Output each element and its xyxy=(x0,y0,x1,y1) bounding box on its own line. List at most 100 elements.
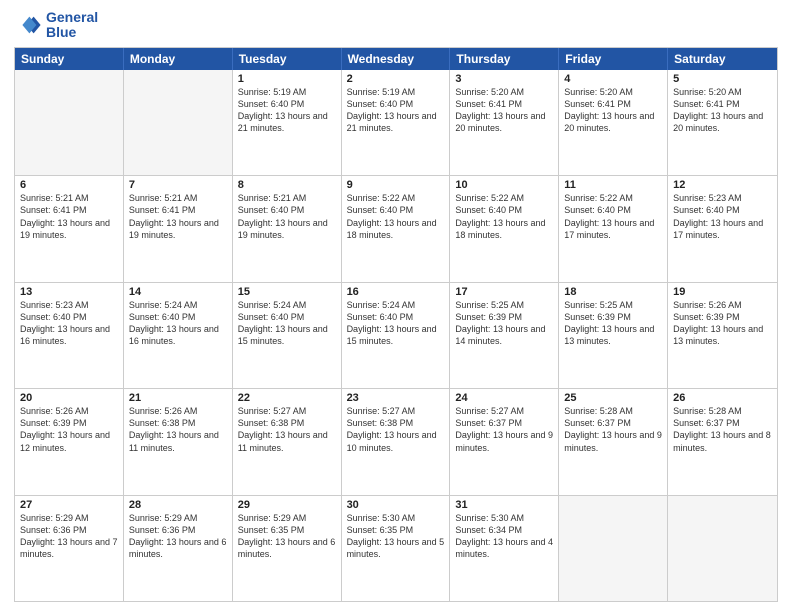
calendar-cell: 2Sunrise: 5:19 AMSunset: 6:40 PMDaylight… xyxy=(342,70,451,175)
day-number: 16 xyxy=(347,286,445,298)
cell-info-line: Sunrise: 5:22 AM xyxy=(564,192,662,204)
cell-info-line: Sunset: 6:38 PM xyxy=(129,417,227,429)
cell-info-line: Daylight: 13 hours and 20 minutes. xyxy=(455,110,553,134)
cell-info-line: Sunset: 6:40 PM xyxy=(129,311,227,323)
calendar-row: 13Sunrise: 5:23 AMSunset: 6:40 PMDayligh… xyxy=(15,282,777,388)
cell-info-line: Daylight: 13 hours and 15 minutes. xyxy=(347,323,445,347)
cell-info-line: Sunrise: 5:26 AM xyxy=(673,299,772,311)
cell-info-line: Sunset: 6:37 PM xyxy=(673,417,772,429)
header-thursday: Thursday xyxy=(450,48,559,70)
header-friday: Friday xyxy=(559,48,668,70)
day-number: 6 xyxy=(20,179,118,191)
cell-info-line: Sunrise: 5:20 AM xyxy=(673,86,772,98)
cell-info-line: Sunrise: 5:28 AM xyxy=(564,405,662,417)
calendar-cell: 6Sunrise: 5:21 AMSunset: 6:41 PMDaylight… xyxy=(15,176,124,281)
cell-info-line: Sunrise: 5:24 AM xyxy=(129,299,227,311)
header: General Blue xyxy=(14,10,778,41)
calendar-cell: 1Sunrise: 5:19 AMSunset: 6:40 PMDaylight… xyxy=(233,70,342,175)
cell-info-line: Daylight: 13 hours and 13 minutes. xyxy=(673,323,772,347)
cell-info-line: Sunset: 6:40 PM xyxy=(238,98,336,110)
header-wednesday: Wednesday xyxy=(342,48,451,70)
cell-info-line: Daylight: 13 hours and 6 minutes. xyxy=(238,536,336,560)
cell-info-line: Daylight: 13 hours and 20 minutes. xyxy=(673,110,772,134)
day-number: 5 xyxy=(673,73,772,85)
calendar-cell: 18Sunrise: 5:25 AMSunset: 6:39 PMDayligh… xyxy=(559,283,668,388)
day-number: 29 xyxy=(238,499,336,511)
cell-info-line: Sunset: 6:39 PM xyxy=(673,311,772,323)
calendar-row: 20Sunrise: 5:26 AMSunset: 6:39 PMDayligh… xyxy=(15,388,777,494)
cell-info-line: Sunrise: 5:29 AM xyxy=(20,512,118,524)
cell-info-line: Sunrise: 5:24 AM xyxy=(347,299,445,311)
day-number: 9 xyxy=(347,179,445,191)
cell-info-line: Sunrise: 5:20 AM xyxy=(564,86,662,98)
cell-info-line: Sunrise: 5:29 AM xyxy=(129,512,227,524)
header-tuesday: Tuesday xyxy=(233,48,342,70)
cell-info-line: Sunset: 6:37 PM xyxy=(564,417,662,429)
day-number: 7 xyxy=(129,179,227,191)
calendar-row: 1Sunrise: 5:19 AMSunset: 6:40 PMDaylight… xyxy=(15,70,777,175)
cell-info-line: Sunset: 6:40 PM xyxy=(347,98,445,110)
calendar-row: 27Sunrise: 5:29 AMSunset: 6:36 PMDayligh… xyxy=(15,495,777,601)
calendar-cell: 5Sunrise: 5:20 AMSunset: 6:41 PMDaylight… xyxy=(668,70,777,175)
cell-info-line: Sunset: 6:40 PM xyxy=(347,311,445,323)
cell-info-line: Sunrise: 5:25 AM xyxy=(564,299,662,311)
day-number: 19 xyxy=(673,286,772,298)
logo-text: General Blue xyxy=(46,10,98,41)
cell-info-line: Sunrise: 5:26 AM xyxy=(20,405,118,417)
calendar-cell: 28Sunrise: 5:29 AMSunset: 6:36 PMDayligh… xyxy=(124,496,233,601)
calendar-cell: 8Sunrise: 5:21 AMSunset: 6:40 PMDaylight… xyxy=(233,176,342,281)
calendar-cell: 16Sunrise: 5:24 AMSunset: 6:40 PMDayligh… xyxy=(342,283,451,388)
cell-info-line: Sunrise: 5:24 AM xyxy=(238,299,336,311)
calendar-cell: 9Sunrise: 5:22 AMSunset: 6:40 PMDaylight… xyxy=(342,176,451,281)
logo-icon xyxy=(14,11,42,39)
calendar-cell xyxy=(15,70,124,175)
cell-info-line: Daylight: 13 hours and 20 minutes. xyxy=(564,110,662,134)
calendar-cell: 22Sunrise: 5:27 AMSunset: 6:38 PMDayligh… xyxy=(233,389,342,494)
calendar-cell xyxy=(559,496,668,601)
day-number: 3 xyxy=(455,73,553,85)
calendar-cell: 21Sunrise: 5:26 AMSunset: 6:38 PMDayligh… xyxy=(124,389,233,494)
calendar-cell: 25Sunrise: 5:28 AMSunset: 6:37 PMDayligh… xyxy=(559,389,668,494)
cell-info-line: Daylight: 13 hours and 15 minutes. xyxy=(238,323,336,347)
calendar-cell: 11Sunrise: 5:22 AMSunset: 6:40 PMDayligh… xyxy=(559,176,668,281)
cell-info-line: Sunset: 6:39 PM xyxy=(455,311,553,323)
day-number: 1 xyxy=(238,73,336,85)
cell-info-line: Sunrise: 5:22 AM xyxy=(347,192,445,204)
cell-info-line: Sunset: 6:38 PM xyxy=(347,417,445,429)
calendar-cell: 17Sunrise: 5:25 AMSunset: 6:39 PMDayligh… xyxy=(450,283,559,388)
calendar-cell: 10Sunrise: 5:22 AMSunset: 6:40 PMDayligh… xyxy=(450,176,559,281)
calendar-cell: 23Sunrise: 5:27 AMSunset: 6:38 PMDayligh… xyxy=(342,389,451,494)
cell-info-line: Sunset: 6:40 PM xyxy=(238,311,336,323)
cell-info-line: Sunset: 6:34 PM xyxy=(455,524,553,536)
day-number: 14 xyxy=(129,286,227,298)
cell-info-line: Daylight: 13 hours and 18 minutes. xyxy=(347,217,445,241)
cell-info-line: Sunset: 6:39 PM xyxy=(564,311,662,323)
day-number: 24 xyxy=(455,392,553,404)
cell-info-line: Daylight: 13 hours and 12 minutes. xyxy=(20,429,118,453)
cell-info-line: Daylight: 13 hours and 13 minutes. xyxy=(564,323,662,347)
calendar-cell xyxy=(668,496,777,601)
day-number: 18 xyxy=(564,286,662,298)
cell-info-line: Sunrise: 5:20 AM xyxy=(455,86,553,98)
day-number: 30 xyxy=(347,499,445,511)
cell-info-line: Sunrise: 5:21 AM xyxy=(20,192,118,204)
cell-info-line: Sunrise: 5:27 AM xyxy=(238,405,336,417)
cell-info-line: Sunrise: 5:26 AM xyxy=(129,405,227,417)
header-monday: Monday xyxy=(124,48,233,70)
cell-info-line: Sunset: 6:35 PM xyxy=(238,524,336,536)
cell-info-line: Sunset: 6:41 PM xyxy=(20,204,118,216)
cell-info-line: Sunset: 6:38 PM xyxy=(238,417,336,429)
cell-info-line: Sunrise: 5:21 AM xyxy=(238,192,336,204)
cell-info-line: Sunset: 6:41 PM xyxy=(564,98,662,110)
day-number: 8 xyxy=(238,179,336,191)
day-number: 2 xyxy=(347,73,445,85)
day-number: 22 xyxy=(238,392,336,404)
cell-info-line: Sunset: 6:40 PM xyxy=(238,204,336,216)
day-number: 15 xyxy=(238,286,336,298)
cell-info-line: Sunset: 6:40 PM xyxy=(455,204,553,216)
cell-info-line: Daylight: 13 hours and 17 minutes. xyxy=(564,217,662,241)
day-number: 26 xyxy=(673,392,772,404)
cell-info-line: Daylight: 13 hours and 10 minutes. xyxy=(347,429,445,453)
calendar-cell: 29Sunrise: 5:29 AMSunset: 6:35 PMDayligh… xyxy=(233,496,342,601)
day-number: 27 xyxy=(20,499,118,511)
